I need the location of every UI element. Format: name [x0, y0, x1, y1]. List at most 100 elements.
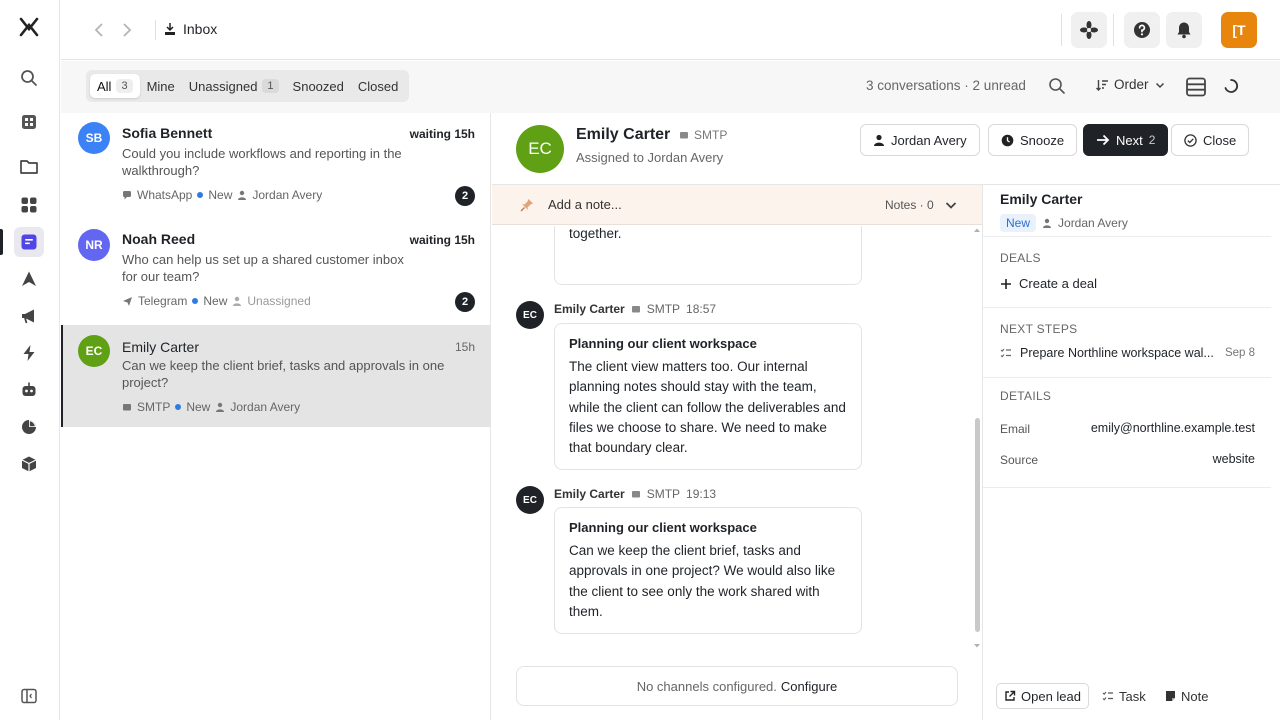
- tab-closed[interactable]: Closed: [351, 74, 405, 98]
- contact-summary: Emily Carter New Jordan Avery: [983, 185, 1271, 237]
- notifications-button[interactable]: [1166, 12, 1202, 48]
- message-body: like to see the customer record, a proje…: [569, 226, 622, 241]
- open-lead-button[interactable]: Open lead: [996, 683, 1089, 709]
- message-subject: Planning our client workspace: [569, 336, 757, 351]
- detail-key: Source: [1000, 453, 1039, 467]
- tab-label: Snoozed: [292, 78, 344, 94]
- message-bubble: Planning our client workspace Can we kee…: [554, 507, 862, 634]
- checklist-icon: [1000, 348, 1011, 358]
- divider: [155, 20, 156, 40]
- grid-icon[interactable]: [14, 107, 44, 137]
- check-circle-icon: [1184, 133, 1197, 147]
- external-link-icon: [1005, 690, 1016, 701]
- contact-panel: Emily Carter New Jordan Avery DEALS Crea…: [982, 185, 1280, 720]
- tab-snoozed[interactable]: Snoozed: [286, 74, 351, 98]
- message-bubble: like to see the customer record, a proje…: [554, 226, 862, 285]
- channel-label: SMTP: [646, 487, 681, 501]
- tab-count: 1: [262, 79, 279, 93]
- forward-arrow-icon[interactable]: [117, 20, 137, 40]
- composer: No channels configured. Configure: [516, 666, 958, 706]
- waiting-time: waiting 15h: [409, 233, 475, 247]
- conversation-item-noah[interactable]: NR Noah Reed waiting 15h Who can help us…: [61, 219, 491, 325]
- note-button[interactable]: Note: [1158, 683, 1215, 709]
- unread-badge: 2: [455, 292, 475, 312]
- help-button[interactable]: [1124, 12, 1160, 48]
- megaphone-icon[interactable]: [14, 301, 44, 331]
- person-icon: [1043, 218, 1052, 228]
- contact-name[interactable]: Emily Carter: [576, 126, 670, 144]
- apps-icon[interactable]: [14, 190, 44, 220]
- inbox-icon[interactable]: [14, 227, 44, 257]
- message-body: The client view matters too. Our interna…: [569, 359, 846, 456]
- assignee-label: Unassigned: [247, 294, 311, 308]
- chat-bubble-icon: [123, 191, 131, 200]
- next-step-item[interactable]: Prepare Northline workspace wal...: [1000, 346, 1214, 360]
- conversation-item-emily[interactable]: EC Emily Carter 15h Can we keep the clie…: [61, 325, 491, 427]
- status-dot: [192, 298, 199, 304]
- note-bar[interactable]: Add a note... Notes · 0: [492, 185, 982, 225]
- divider: [1061, 14, 1062, 46]
- configure-link[interactable]: Configure: [781, 679, 837, 694]
- close-button[interactable]: Close: [1171, 124, 1250, 156]
- top-bar: Inbox [T: [61, 0, 1280, 60]
- user-avatar[interactable]: [T: [1221, 12, 1257, 48]
- sidebar-toggle-icon[interactable]: [14, 681, 44, 711]
- logo-icon[interactable]: [14, 12, 44, 42]
- next-button[interactable]: Next 2: [1083, 124, 1169, 156]
- folder-icon[interactable]: [14, 152, 44, 182]
- chevron-down-icon[interactable]: [943, 197, 959, 213]
- section-label: NEXT STEPS: [1000, 322, 1078, 336]
- divider: [1113, 14, 1114, 46]
- bolt-icon[interactable]: [14, 338, 44, 368]
- refresh-icon[interactable]: [1223, 78, 1239, 94]
- tab-unassigned[interactable]: Unassigned 1: [182, 74, 286, 98]
- tab-label: Closed: [357, 78, 399, 94]
- person-icon: [238, 190, 247, 200]
- order-dropdown[interactable]: Order: [1095, 77, 1166, 92]
- note-label: Note: [1181, 688, 1209, 704]
- tab-all[interactable]: All 3: [90, 74, 140, 98]
- message-preview: Can we keep the client brief, tasks and …: [122, 358, 445, 390]
- assignee-label: Jordan Avery: [252, 188, 323, 202]
- snooze-button[interactable]: Snooze: [988, 124, 1078, 156]
- search-icon[interactable]: [1048, 77, 1066, 95]
- conversation-item-sofia[interactable]: SB Sofia Bennett waiting 15h Could you i…: [61, 113, 491, 219]
- pie-chart-icon[interactable]: [14, 412, 44, 442]
- tab-mine[interactable]: Mine: [140, 74, 182, 98]
- detail-value[interactable]: emily@northline.example.test: [1091, 421, 1255, 435]
- message-meta: Emily Carter SMTP 19:13: [554, 487, 716, 501]
- create-deal-button[interactable]: Create a deal: [1000, 276, 1097, 291]
- box-icon[interactable]: [14, 449, 44, 479]
- tab-label: Mine: [146, 78, 175, 94]
- open-lead-label: Open lead: [1021, 688, 1081, 704]
- conversation-header: EC Emily Carter SMTP Assigned to Jordan …: [492, 113, 1280, 185]
- assigned-to: Assigned to Jordan Avery: [576, 150, 724, 165]
- contact-name: Emily Carter: [122, 339, 200, 355]
- scroll-down-icon[interactable]: [973, 642, 981, 650]
- contact-name[interactable]: Emily Carter: [1000, 191, 1082, 207]
- next-steps-section: NEXT STEPS Prepare Northline workspace w…: [983, 308, 1271, 378]
- scrollbar-thumb[interactable]: [975, 418, 980, 632]
- breadcrumb[interactable]: Inbox: [183, 21, 217, 37]
- snooze-label: Snooze: [1020, 132, 1065, 148]
- order-label: Order: [1114, 77, 1149, 92]
- contact-name: Sofia Bennett: [122, 125, 213, 141]
- notes-count[interactable]: Notes · 0: [885, 198, 934, 212]
- scroll-up-icon[interactable]: [973, 226, 981, 234]
- bot-icon[interactable]: [14, 375, 44, 405]
- search-icon[interactable]: [14, 63, 44, 93]
- navigate-icon[interactable]: [14, 264, 44, 294]
- message-preview: Who can help us set up a shared customer…: [122, 252, 404, 284]
- message-time: 18:57: [686, 302, 717, 316]
- detail-key: Email: [1000, 422, 1031, 436]
- message-avatar: EC: [516, 486, 544, 514]
- task-button[interactable]: Task: [1095, 683, 1153, 709]
- apps-spark-button[interactable]: [1071, 12, 1107, 48]
- note-input[interactable]: Add a note...: [548, 197, 622, 212]
- assignee-button[interactable]: Jordan Avery: [860, 124, 980, 156]
- back-arrow-icon[interactable]: [89, 20, 109, 40]
- chevron-down-icon: [1155, 82, 1164, 88]
- mail-icon: [631, 306, 640, 313]
- layout-icon[interactable]: [1185, 76, 1207, 98]
- message-body: Can we keep the client brief, tasks and …: [569, 543, 836, 619]
